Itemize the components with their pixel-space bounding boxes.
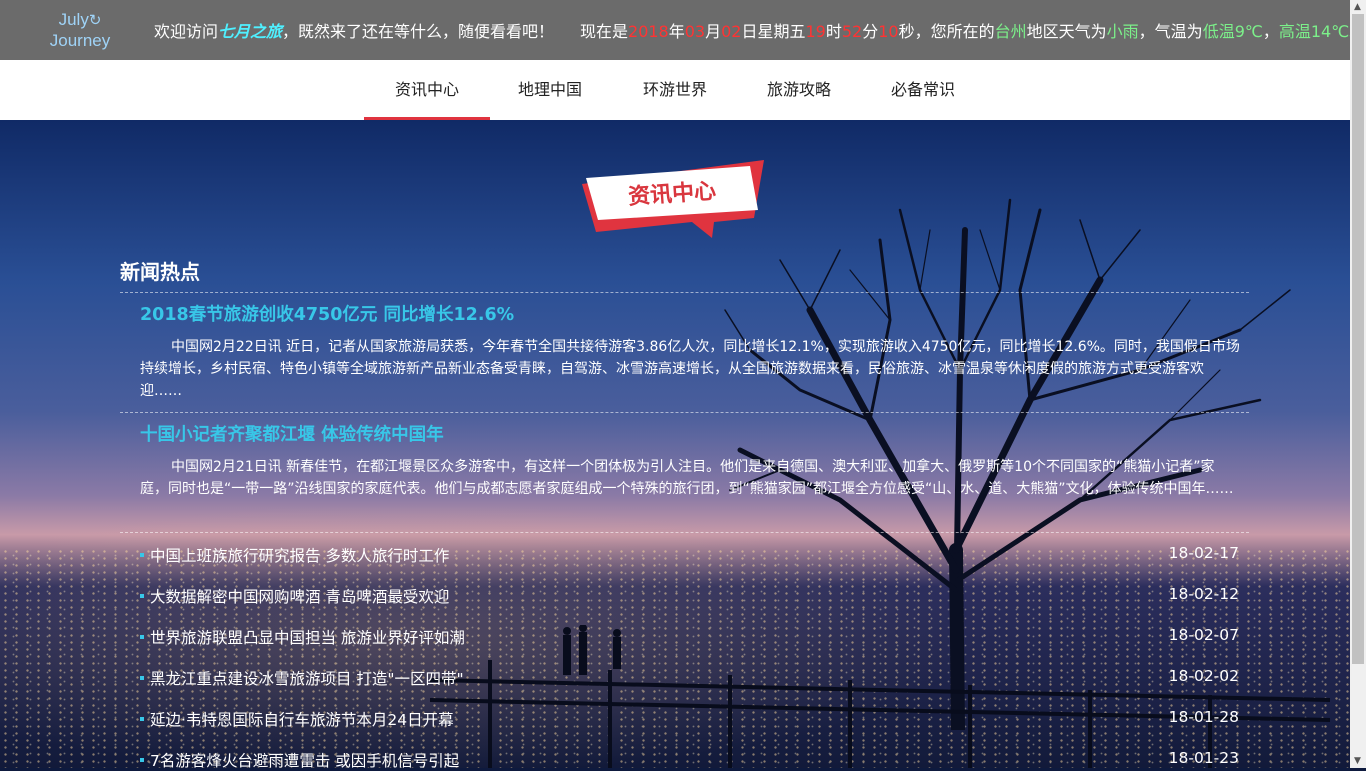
scroll-up-arrow-icon[interactable]: ▲: [1354, 2, 1361, 12]
nav-item-world-travel[interactable]: 环游世界: [615, 60, 735, 120]
news-list-item[interactable]: 黑龙江重点建设冰雪旅游项目 打造"一区四带" 18-02-02: [140, 667, 1239, 689]
hour-unit: 时: [825, 22, 842, 41]
featured-news-body: 中国网2月21日讯 新春佳节，在都江堰景区众多游客中，有这样一个团体极为引人注目…: [140, 459, 1234, 497]
news-list-title[interactable]: 延边·韦特恩国际自行车旅游节本月24日开幕: [150, 708, 454, 730]
divider: [120, 292, 1249, 293]
month-unit: 月: [705, 22, 722, 41]
bullet-icon: [140, 676, 144, 680]
news-list-item[interactable]: 世界旅游联盟凸显中国担当 旅游业界好评如潮 18-02-07: [140, 626, 1239, 648]
welcome-prefix: 欢迎访问: [154, 22, 219, 41]
bullet-icon: [140, 635, 144, 639]
bullet-icon: [140, 758, 144, 762]
news-list-date: 18-02-12: [1168, 585, 1239, 603]
nav-item-news[interactable]: 资讯中心: [364, 60, 490, 120]
bullet-icon: [140, 717, 144, 721]
logo[interactable]: July↻ Journey: [42, 10, 118, 51]
main-nav: 资讯中心 地理中国 环游世界 旅游攻略 必备常识: [0, 60, 1350, 120]
second-value: 10: [878, 22, 899, 41]
bullet-icon: [140, 553, 144, 557]
news-list-item[interactable]: 延边·韦特恩国际自行车旅游节本月24日开幕 18-01-28: [140, 708, 1239, 730]
news-list-date: 18-01-28: [1168, 708, 1239, 726]
top-bar: July↻ Journey 欢迎访问七月之旅，既然来了还在等什么，随便看看吧！ …: [0, 0, 1365, 60]
featured-news-body: 中国网2月22日讯 近日，记者从国家旅游局获悉，今年春节全国共接待游客3.86亿…: [140, 339, 1240, 399]
news-list-date: 18-02-17: [1168, 544, 1239, 562]
divider: [120, 412, 1249, 413]
region-suffix: 地区天气为: [1026, 22, 1107, 41]
section-title: 新闻热点: [120, 260, 200, 284]
news-list-item[interactable]: 大数据解密中国网购啤酒 青岛啤酒最受欢迎 18-02-12: [140, 585, 1239, 607]
year-unit: 年: [668, 22, 685, 41]
day-unit: 日星期五: [741, 22, 806, 41]
refresh-icon: ↻: [88, 12, 102, 29]
high-temp: 高温14℃: [1278, 22, 1350, 41]
scroll-down-arrow-icon[interactable]: ▼: [1354, 756, 1361, 766]
news-list-title[interactable]: 中国上班族旅行研究报告 多数人旅行时工作: [150, 544, 449, 566]
nav-item-essentials[interactable]: 必备常识: [863, 60, 983, 120]
logo-text-july: July: [58, 10, 89, 29]
datetime-weather: 现在是2018年03月02日星期五19时52分10秒，您所在的台州地区天气为小雨…: [580, 18, 1365, 42]
news-list-title[interactable]: 大数据解密中国网购啤酒 青岛啤酒最受欢迎: [150, 585, 449, 607]
day-value: 02: [721, 22, 742, 41]
city: 台州: [994, 22, 1027, 41]
news-list-item[interactable]: 中国上班族旅行研究报告 多数人旅行时工作 18-02-17: [140, 544, 1239, 566]
weather: 小雨: [1106, 22, 1139, 41]
featured-news-title[interactable]: 2018春节旅游创收4750亿元 同比增长12.6%: [140, 301, 514, 326]
news-list-title[interactable]: 世界旅游联盟凸显中国担当 旅游业界好评如潮: [150, 626, 465, 648]
temp-comma: ，: [1262, 22, 1279, 41]
news-list-date: 18-02-02: [1168, 667, 1239, 685]
news-list-title[interactable]: 黑龙江重点建设冰雪旅游项目 打造"一区四带": [150, 667, 464, 689]
time-prefix: 现在是: [580, 22, 629, 41]
second-unit: 秒，您所在的: [898, 22, 995, 41]
news-list-date: 18-02-07: [1168, 626, 1239, 644]
welcome-message: 欢迎访问七月之旅，既然来了还在等什么，随便看看吧！: [154, 18, 554, 42]
scrollbar-thumb[interactable]: [1352, 14, 1364, 664]
year-value: 2018: [628, 22, 669, 41]
month-value: 03: [684, 22, 706, 41]
temp-prefix: ，气温为: [1138, 22, 1203, 41]
divider: [120, 532, 1249, 533]
minute-unit: 分: [862, 22, 879, 41]
low-temp: 低温9℃: [1202, 22, 1263, 41]
hour-value: 19: [805, 22, 826, 41]
bullet-icon: [140, 594, 144, 598]
nav-item-travel-guide[interactable]: 旅游攻略: [739, 60, 859, 120]
nav-item-geography-china[interactable]: 地理中国: [490, 60, 610, 120]
minute-value: 52: [841, 22, 863, 41]
site-name: 七月之旅: [218, 22, 283, 41]
logo-text-journey: Journey: [49, 31, 111, 50]
news-list-date: 18-01-23: [1168, 749, 1239, 767]
welcome-suffix: ，既然来了还在等什么，随便看看吧！: [282, 22, 555, 41]
featured-news-title[interactable]: 十国小记者齐聚都江堰 体验传统中国年: [140, 421, 444, 446]
